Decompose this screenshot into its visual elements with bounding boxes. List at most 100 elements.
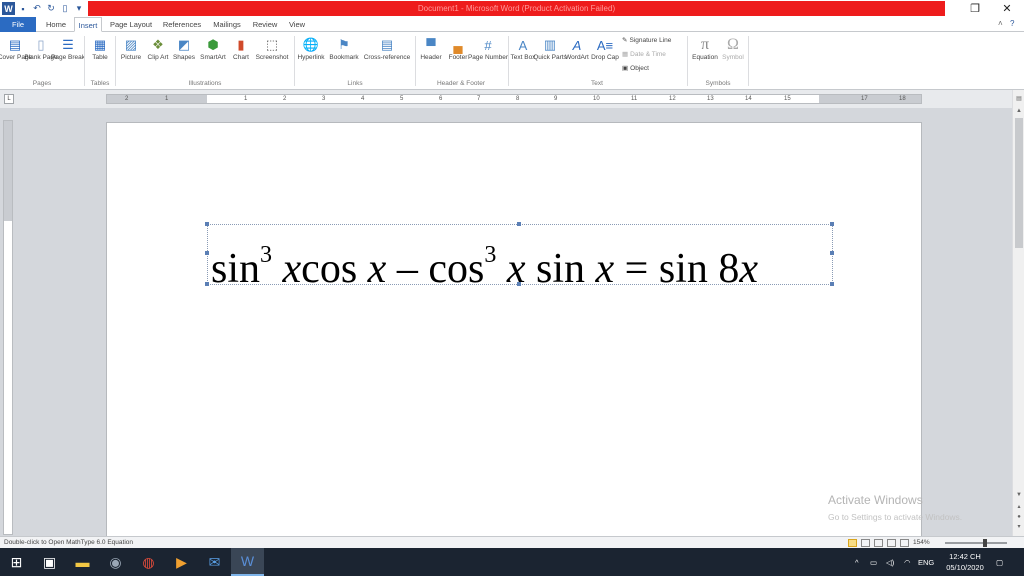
ruler-number: 1 <box>165 96 169 102</box>
ruler-number: 7 <box>477 96 481 102</box>
resize-handle[interactable] <box>205 251 209 255</box>
scroll-thumb[interactable] <box>1015 118 1023 248</box>
smartart-button[interactable]: ⬢ SmartArt <box>200 36 226 62</box>
math-equation[interactable]: sin3 xcos x – cos3 x sin x = sin 8x <box>211 226 835 292</box>
undo-icon[interactable]: ↶ <box>31 3 43 15</box>
help-icon[interactable]: ? <box>1010 19 1014 28</box>
date-time-button[interactable]: ▦ Date & Time <box>622 50 666 59</box>
restore-button[interactable]: ❐ <box>960 0 990 17</box>
ruler-number: 3 <box>322 96 326 102</box>
signature-line-button[interactable]: ✎ Signature Line <box>622 36 671 45</box>
equation-button[interactable]: π Equation <box>690 36 720 62</box>
print-layout-view-icon[interactable] <box>848 539 857 547</box>
tab-mailings[interactable]: Mailings <box>210 17 244 32</box>
group-separator <box>508 36 509 86</box>
tab-file[interactable]: File <box>0 17 36 32</box>
drop-cap-button[interactable]: A≡ Drop Cap <box>591 36 619 62</box>
notification-icon[interactable]: ▢ <box>996 548 1003 576</box>
ribbon-tab-row: File Home Insert Page Layout References … <box>0 17 1024 32</box>
chart-button[interactable]: ▮ Chart <box>228 36 254 62</box>
tab-view[interactable]: View <box>286 17 308 32</box>
wifi-icon[interactable]: ◠ <box>904 548 911 576</box>
windows-start-icon[interactable]: ⊞ <box>0 548 33 576</box>
previous-page-icon[interactable]: ▴ <box>1013 502 1024 512</box>
ruler-number: 11 <box>631 96 638 102</box>
page-break-button[interactable]: ☰ Page Break <box>51 36 85 62</box>
page-number-icon: # <box>484 37 492 53</box>
ruler-number: 17 <box>861 96 868 102</box>
horizontal-ruler[interactable]: 2 1 1 2 3 4 5 6 7 8 9 10 11 12 13 14 15 … <box>106 94 922 104</box>
camera-icon[interactable]: ◉ <box>99 548 132 576</box>
zoom-slider[interactable] <box>945 542 1007 544</box>
shapes-button[interactable]: ◩ Shapes <box>171 36 197 62</box>
text-box-button[interactable]: A Text Box <box>510 36 536 62</box>
store-icon[interactable]: ▣ <box>33 548 66 576</box>
redo-icon[interactable]: ↻ <box>45 3 57 15</box>
resize-handle[interactable] <box>205 282 209 286</box>
save-icon[interactable]: ▪ <box>17 3 29 15</box>
screenshot-button[interactable]: ⬚ Screenshot <box>256 36 289 62</box>
tray-chevron-icon[interactable]: ^ <box>855 548 859 576</box>
tab-references[interactable]: References <box>160 17 204 32</box>
tab-selector[interactable]: L <box>4 94 14 104</box>
minimize-ribbon-icon[interactable]: ˄ <box>998 19 1003 28</box>
group-separator <box>687 36 688 86</box>
header-button[interactable]: ▀ Header <box>418 36 444 62</box>
close-button[interactable]: ✕ <box>992 0 1022 17</box>
scroll-down-arrow[interactable]: ▼ <box>1013 490 1024 500</box>
vertical-ruler[interactable] <box>3 120 13 535</box>
file-explorer-icon[interactable]: ▬ <box>66 548 99 576</box>
system-clock[interactable]: 12:42 CH 05/10/2020 <box>940 551 990 573</box>
tab-page-layout[interactable]: Page Layout <box>108 17 154 32</box>
chrome-icon[interactable]: ◍ <box>132 548 165 576</box>
full-screen-view-icon[interactable] <box>861 539 870 547</box>
wordart-label: WordArt <box>565 54 589 61</box>
vertical-scrollbar[interactable]: ▤ ▲ ▼ ▴ ● ▾ <box>1012 90 1024 536</box>
web-layout-view-icon[interactable] <box>874 539 883 547</box>
word-taskbar-icon[interactable]: W <box>231 548 264 576</box>
language-indicator[interactable]: ENG <box>918 548 934 576</box>
shapes-icon: ◩ <box>177 37 191 52</box>
outline-view-icon[interactable] <box>887 539 896 547</box>
tab-review[interactable]: Review <box>250 17 280 32</box>
object-button[interactable]: ▣ Object <box>622 64 649 73</box>
zoom-slider-thumb[interactable] <box>983 539 987 547</box>
document-page[interactable]: sin3 xcos x – cos3 x sin x = sin 8x <box>106 122 922 536</box>
ruler-toggle-icon[interactable]: ▤ <box>1013 94 1024 104</box>
resize-handle[interactable] <box>205 222 209 226</box>
volume-icon[interactable]: ◁) <box>886 548 894 576</box>
cross-reference-button[interactable]: ▤ Cross-reference <box>364 36 411 62</box>
page-number-button[interactable]: # Page Number <box>468 36 508 62</box>
battery-icon[interactable]: ▭ <box>870 548 877 576</box>
bookmark-label: Bookmark <box>329 54 359 61</box>
scroll-up-arrow[interactable]: ▲ <box>1013 106 1024 116</box>
footer-label: Footer <box>448 54 468 61</box>
smartart-icon: ⬢ <box>207 37 219 52</box>
object-label: Object <box>630 64 649 72</box>
tab-home[interactable]: Home <box>42 17 70 32</box>
wordart-button[interactable]: A WordArt <box>564 36 590 62</box>
draft-view-icon[interactable] <box>900 539 909 547</box>
mail-icon[interactable]: ✉ <box>198 548 231 576</box>
word-app-icon[interactable]: W <box>2 2 15 15</box>
group-label-tables: Tables <box>90 80 110 87</box>
media-player-icon[interactable]: ▶ <box>165 548 198 576</box>
table-button[interactable]: ▦ Table <box>87 36 113 62</box>
equation-label: Equation <box>692 54 718 61</box>
customize-qat-icon[interactable]: ▾ <box>73 3 85 15</box>
tab-insert[interactable]: Insert <box>74 17 102 32</box>
picture-button[interactable]: ▨ Picture <box>118 36 144 62</box>
next-page-icon[interactable]: ▾ <box>1013 522 1024 532</box>
select-browse-object-icon[interactable]: ● <box>1013 512 1024 522</box>
header-label: Header <box>420 54 442 61</box>
quick-parts-button[interactable]: ▥ Quick Parts <box>533 36 567 62</box>
hyperlink-button[interactable]: 🌐 Hyperlink <box>297 36 324 62</box>
bookmark-button[interactable]: ⚑ Bookmark <box>329 36 359 62</box>
eq-variable: x <box>506 246 526 292</box>
symbol-button[interactable]: Ω Symbol <box>720 36 746 62</box>
eq-operator: = <box>624 246 649 292</box>
clip-art-button[interactable]: ❖ Clip Art <box>145 36 171 62</box>
new-document-icon[interactable]: ▯ <box>59 3 71 15</box>
document-area[interactable]: sin3 xcos x – cos3 x sin x = sin 8x <box>14 108 1012 536</box>
picture-label: Picture <box>120 54 142 61</box>
